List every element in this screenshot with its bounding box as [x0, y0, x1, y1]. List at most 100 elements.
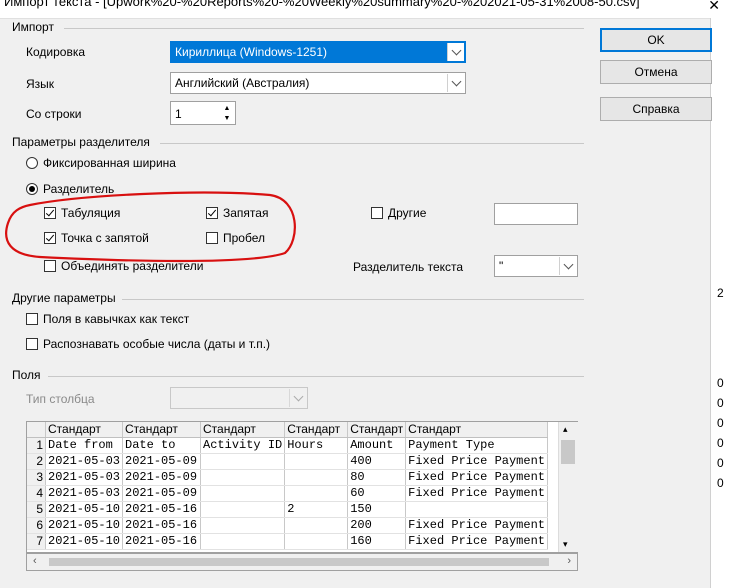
table-cell: 2021-05-10 [45, 501, 124, 518]
table-cell: 2021-05-09 [122, 469, 202, 486]
spin-down-icon[interactable]: ▼ [220, 113, 234, 123]
table-cell: 400 [347, 453, 407, 470]
table-row: 7 2021-05-10 2021-05-16 160 Fixed Price Paym… [27, 533, 548, 550]
table-row: 1 Date from Date to Activity ID Hours Amount P… [27, 437, 548, 454]
table-cell [284, 469, 349, 486]
quoted-as-text-label: Поля в кавычках как текст [43, 312, 190, 326]
detect-special-checkbox[interactable] [26, 338, 38, 350]
edge-char: 2 [717, 286, 724, 300]
table-cell: Fixed Price Payment [405, 469, 548, 486]
divider [64, 28, 584, 29]
table-cell: Date from [45, 437, 124, 454]
column-type-cell[interactable]: Стандарт [45, 422, 124, 438]
language-select[interactable]: Английский (Австралия) [170, 72, 466, 94]
close-icon[interactable]: ✕ [708, 0, 720, 14]
table-cell: 80 [347, 469, 407, 486]
chevron-down-icon[interactable] [447, 43, 464, 61]
chevron-down-icon[interactable] [289, 389, 306, 407]
detect-special-label: Распознавать особые числа (даты и т.п.) [43, 337, 271, 351]
preview-table: Стандарт Стандарт Стандарт Стандарт Стан… [27, 422, 548, 550]
text-delimiter-select[interactable]: " [494, 255, 578, 277]
spin-up-icon[interactable]: ▲ [220, 103, 234, 113]
horizontal-scrollbar[interactable]: ‹ › [26, 553, 578, 571]
window-title: Импорт текста - [Upwork%20-%20Reports%20… [4, 0, 640, 9]
vertical-scrollbar[interactable]: ▴ ▾ [558, 422, 578, 552]
table-cell: 2021-05-09 [122, 485, 202, 502]
edge-char: 0 [717, 396, 724, 410]
column-type-row: Стандарт Стандарт Стандарт Стандарт Стан… [27, 422, 548, 438]
scroll-right-icon[interactable]: › [567, 555, 571, 567]
from-row-label: Со строки [26, 107, 82, 121]
table-cell: Fixed Price Payment [405, 453, 548, 470]
corner-cell [27, 422, 46, 438]
row-number: 7 [27, 533, 46, 550]
chevron-down-icon[interactable] [559, 257, 576, 275]
column-type-cell[interactable]: Стандарт [405, 422, 548, 438]
language-label: Язык [26, 77, 55, 91]
table-cell: Fixed Price Payment [405, 485, 548, 502]
scroll-thumb[interactable] [49, 558, 549, 566]
scroll-up-icon[interactable]: ▴ [563, 424, 568, 435]
text-delimiter-value: " [499, 259, 504, 273]
table-cell: Activity ID [200, 437, 286, 454]
row-number: 6 [27, 517, 46, 534]
scroll-thumb[interactable] [561, 440, 575, 464]
table-cell: 2021-05-16 [122, 533, 202, 550]
help-button[interactable]: Справка [600, 97, 712, 121]
column-type-cell[interactable]: Стандарт [200, 422, 286, 438]
table-cell [200, 453, 286, 470]
table-cell: 150 [347, 501, 407, 518]
divider [160, 143, 584, 144]
ok-button[interactable]: OK [600, 28, 712, 52]
other-checkbox[interactable] [371, 207, 383, 219]
table-cell: 2021-05-03 [45, 485, 124, 502]
background-sheet-strip: 2 0 0 0 0 0 0 [710, 18, 730, 588]
table-cell: Amount [347, 437, 407, 454]
scroll-left-icon[interactable]: ‹ [33, 555, 37, 567]
edge-char: 0 [717, 476, 724, 490]
fixed-width-radio[interactable] [26, 157, 38, 169]
from-row-value: 1 [175, 107, 182, 121]
column-type-select[interactable] [170, 387, 308, 409]
cancel-button[interactable]: Отмена [600, 60, 712, 84]
from-row-stepper[interactable]: 1 ▲ ▼ [170, 101, 236, 125]
other-separator-input[interactable] [494, 203, 578, 225]
table-cell: 2 [284, 501, 349, 518]
preview-grid[interactable]: Стандарт Стандарт Стандарт Стандарт Стан… [26, 421, 578, 553]
table-cell [200, 485, 286, 502]
row-number: 2 [27, 453, 46, 470]
column-type-cell[interactable]: Стандарт [284, 422, 349, 438]
edge-char: 0 [717, 456, 724, 470]
table-row: 6 2021-05-10 2021-05-16 200 Fixed Price Paym… [27, 517, 548, 534]
table-row: 2 2021-05-03 2021-05-09 400 Fixed Price Paym… [27, 453, 548, 470]
table-cell: 2021-05-10 [45, 517, 124, 534]
row-number: 1 [27, 437, 46, 454]
table-cell: 2021-05-16 [122, 501, 202, 518]
fields-section-title: Поля [12, 368, 41, 382]
column-type-label: Тип столбца [26, 392, 95, 406]
row-number: 4 [27, 485, 46, 502]
quoted-as-text-checkbox[interactable] [26, 313, 38, 325]
column-type-cell[interactable]: Стандарт [347, 422, 407, 438]
column-type-cell[interactable]: Стандарт [122, 422, 202, 438]
encoding-select[interactable]: Кириллица (Windows-1251) [170, 41, 466, 63]
language-value: Английский (Австралия) [175, 76, 310, 90]
encoding-label: Кодировка [26, 45, 86, 59]
row-number: 3 [27, 469, 46, 486]
table-cell [284, 517, 349, 534]
table-cell [200, 533, 286, 550]
table-cell: Hours [284, 437, 349, 454]
table-row: 3 2021-05-03 2021-05-09 80 Fixed Price Payme… [27, 469, 548, 486]
chevron-down-icon[interactable] [447, 74, 464, 92]
table-cell [200, 469, 286, 486]
table-cell: Date to [122, 437, 202, 454]
scroll-down-icon[interactable]: ▾ [563, 539, 568, 550]
table-cell: 2021-05-03 [45, 453, 124, 470]
table-cell [284, 533, 349, 550]
table-cell: 2021-05-10 [45, 533, 124, 550]
row-number: 5 [27, 501, 46, 518]
divider [48, 376, 584, 377]
encoding-value: Кириллица (Windows-1251) [175, 45, 328, 59]
import-section-title: Импорт [12, 20, 54, 34]
other-options-title: Другие параметры [12, 291, 116, 305]
